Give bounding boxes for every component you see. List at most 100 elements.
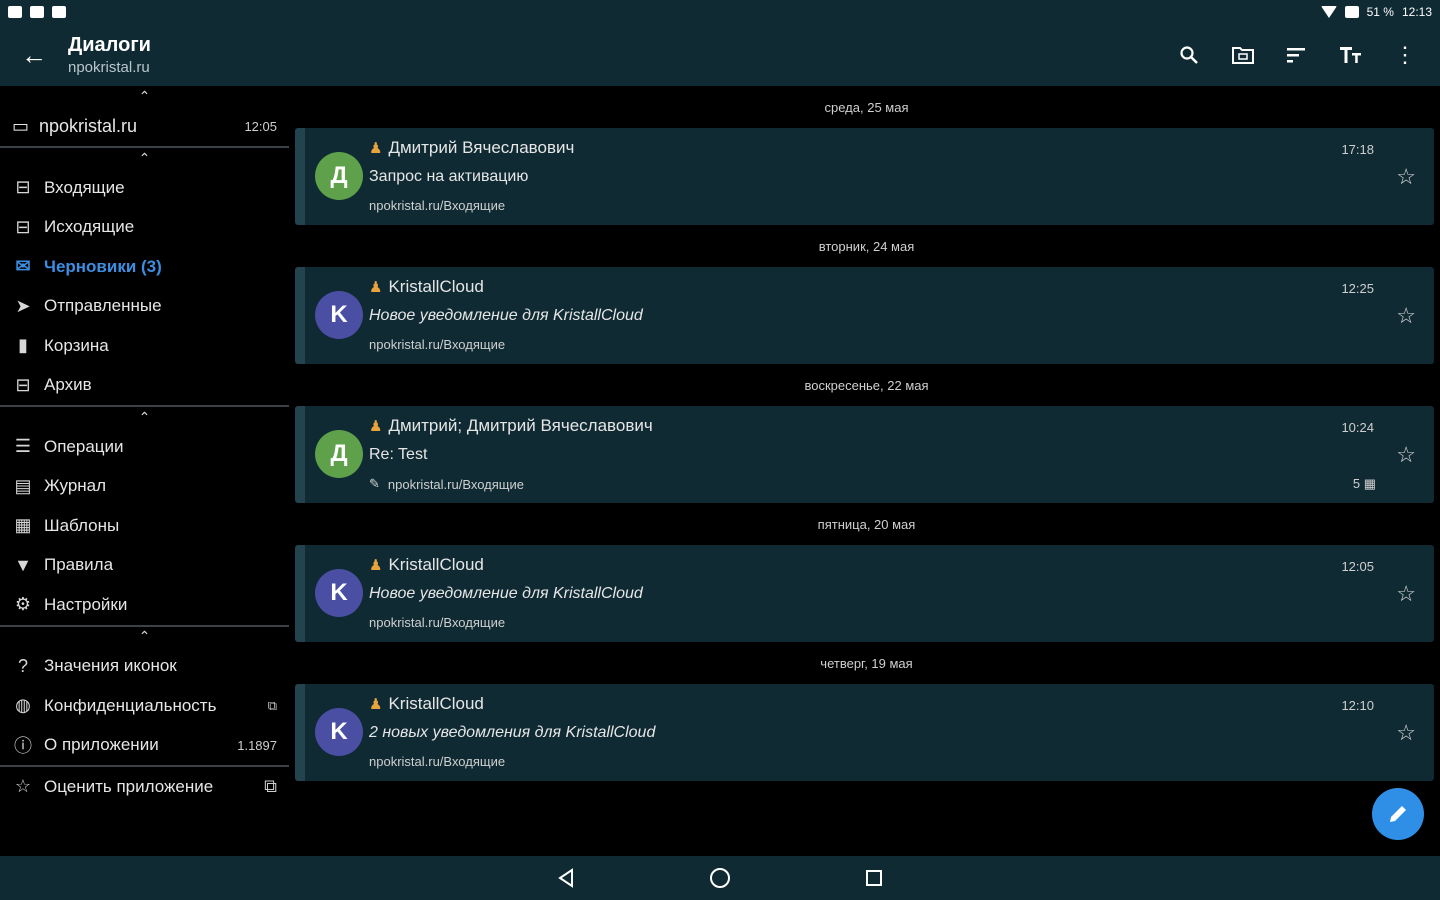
compose-button[interactable]	[1372, 788, 1424, 840]
sender: ♟ Дмитрий; Дмитрий Вячеславович	[369, 416, 653, 436]
folder-label: npokristal.ru/Входящие	[369, 337, 506, 352]
sidebar-item-tool-0[interactable]: ☰ Операции	[0, 427, 289, 467]
avatar[interactable]: K	[315, 708, 363, 756]
sort-icon[interactable]	[1270, 28, 1324, 82]
subject: Запрос на активацию	[369, 168, 529, 185]
person-icon: ♟	[369, 557, 383, 574]
wifi-icon	[1320, 6, 1337, 18]
notification-icon	[30, 6, 44, 18]
subject: Новое уведомление для KristallCloud	[369, 585, 643, 602]
conversation-card[interactable]: K ♟ KristallCloud Новое уведомление для Kri…	[295, 545, 1434, 642]
folder-icon: ▭	[12, 115, 30, 136]
folder-label: npokristal.ru/Входящие	[369, 198, 506, 213]
back-triangle-icon[interactable]	[554, 866, 578, 890]
sender-name: Дмитрий; Дмитрий Вячеславович	[388, 416, 653, 435]
account-name: npokristal.ru	[39, 115, 138, 136]
outbox-icon: ⊟	[15, 216, 31, 237]
page-subtitle: npokristal.ru	[68, 59, 150, 76]
back-arrow-icon[interactable]: ←	[0, 24, 68, 86]
sidebar-item-info-0[interactable]: ? Значения иконок	[0, 647, 289, 687]
sidebar-item-info-2[interactable]: ⓘ О приложении 1.1897	[0, 726, 289, 766]
sidebar-item-label: Черновики (3)	[44, 256, 162, 276]
folder-path: npokristal.ru/Входящие	[369, 337, 505, 352]
subject: Новое уведомление для KristallCloud	[369, 307, 643, 324]
page-title: Диалоги	[68, 34, 151, 56]
external-link-icon: ⧉	[264, 776, 277, 797]
sidebar-item-tool-1[interactable]: ▤ Журнал	[0, 467, 289, 507]
date-header: воскресенье, 22 мая	[804, 377, 929, 393]
search-icon[interactable]	[1162, 28, 1216, 82]
star-icon[interactable]: ☆	[1396, 303, 1416, 329]
star-icon[interactable]: ☆	[1396, 442, 1416, 468]
avatar[interactable]: K	[315, 569, 363, 617]
sidebar-item-tool-3[interactable]: ▼ Правила	[0, 546, 289, 586]
folder-icon[interactable]	[1216, 28, 1270, 82]
recent-apps-square-icon[interactable]	[862, 866, 886, 890]
sidebar-item-folder-4[interactable]: ▮ Корзина	[0, 326, 289, 366]
sidebar-item-label: Журнал	[44, 476, 107, 496]
account-item[interactable]: ▭ npokristal.ru 12:05	[0, 106, 289, 148]
message-time: 12:25	[1341, 281, 1374, 296]
status-notifications	[8, 6, 66, 18]
sidebar-item-label: Операции	[44, 436, 124, 456]
sidebar-item-folder-0[interactable]: ⊟ Входящие	[0, 168, 289, 208]
conversation-card[interactable]: K ♟ KristallCloud Новое уведомление для Kri…	[295, 267, 1434, 364]
avatar[interactable]: K	[315, 291, 363, 339]
sidebar-item-folder-5[interactable]: ⊟ Архив	[0, 366, 289, 406]
sidebar-item-label: Архив	[44, 375, 92, 395]
sidebar-item-label: Шаблоны	[44, 515, 120, 535]
collapse-folders-chevron-icon[interactable]: ⌃	[0, 148, 289, 168]
conversation-card[interactable]: K ♟ KristallCloud 2 новых уведомления для K…	[295, 684, 1434, 781]
star-icon[interactable]: ☆	[1396, 581, 1416, 607]
sidebar-item-label: Настройки	[44, 594, 128, 614]
operations-icon: ☰	[14, 436, 32, 457]
clock: 12:13	[1401, 5, 1432, 19]
log-icon: ▤	[14, 475, 32, 496]
avatar[interactable]: Д	[315, 430, 363, 478]
conversation-card[interactable]: Д ♟ Дмитрий Вячеславович Запрос на активаци…	[295, 128, 1434, 225]
star-icon[interactable]: ☆	[1396, 720, 1416, 746]
sidebar-item-folder-2[interactable]: ✉ Черновики (3)	[0, 247, 289, 287]
help-icon: ?	[17, 655, 28, 676]
more-vert-icon[interactable]: ⋮	[1378, 28, 1432, 82]
home-circle-icon[interactable]	[708, 866, 732, 890]
person-icon: ♟	[369, 696, 383, 713]
collapse-tools-chevron-icon[interactable]: ⌃	[0, 407, 289, 427]
message-time: 10:24	[1341, 420, 1374, 435]
date-header: среда, 25 мая	[824, 99, 909, 115]
folder-path: npokristal.ru/Входящие	[369, 754, 505, 769]
sidebar-item-info-1[interactable]: ◍ Конфиденциальность ⧉	[0, 686, 289, 726]
notification-icon	[52, 6, 66, 18]
text-size-icon[interactable]	[1324, 28, 1378, 82]
sidebar-item-extra: 1.1897	[237, 737, 277, 753]
sidebar-item-rate-app[interactable]: ☆ Оценить приложение ⧉	[0, 767, 289, 807]
draft-pencil-icon: ✎	[369, 476, 380, 491]
collapse-accounts-chevron-icon[interactable]: ⌃	[0, 86, 289, 106]
sidebar-item-label: Правила	[44, 555, 114, 575]
info-list: ? Значения иконок ◍ Конфиденциальность ⧉ ⓘ О п…	[0, 647, 289, 766]
message-count: 5 ▦	[1352, 476, 1376, 491]
sender-name: KristallCloud	[388, 694, 484, 713]
sender: ♟ KristallCloud	[369, 277, 484, 297]
collapse-info-chevron-icon[interactable]: ⌃	[0, 627, 289, 647]
info-icon: ⓘ	[14, 736, 32, 757]
sidebar-item-tool-2[interactable]: ▦ Шаблоны	[0, 506, 289, 546]
status-system: 51 % 12:13	[1320, 5, 1432, 19]
person-icon: ♟	[369, 140, 383, 157]
star-icon[interactable]: ☆	[1396, 164, 1416, 190]
account-sync-time: 12:05	[244, 118, 277, 134]
avatar[interactable]: Д	[315, 152, 363, 200]
sender-name: KristallCloud	[388, 277, 484, 296]
date-header: четверг, 19 мая	[820, 655, 913, 671]
subject: Re: Test	[369, 446, 428, 463]
sidebar-item-tool-4[interactable]: ⚙ Настройки	[0, 585, 289, 625]
message-time: 12:10	[1341, 698, 1374, 713]
sidebar-item-label: Корзина	[44, 335, 109, 355]
sidebar-item-folder-1[interactable]: ⊟ Исходящие	[0, 208, 289, 248]
sidebar-item-folder-3[interactable]: ➤ Отправленные	[0, 287, 289, 327]
inbox-icon: ⊟	[15, 177, 31, 198]
sidebar-item-label: О приложении	[44, 735, 159, 755]
conversation-card[interactable]: Д ♟ Дмитрий; Дмитрий Вячеславович Re: Test ✎…	[295, 406, 1434, 503]
date-header: пятница, 20 мая	[817, 516, 916, 532]
settings-icon: ⚙	[14, 594, 32, 615]
